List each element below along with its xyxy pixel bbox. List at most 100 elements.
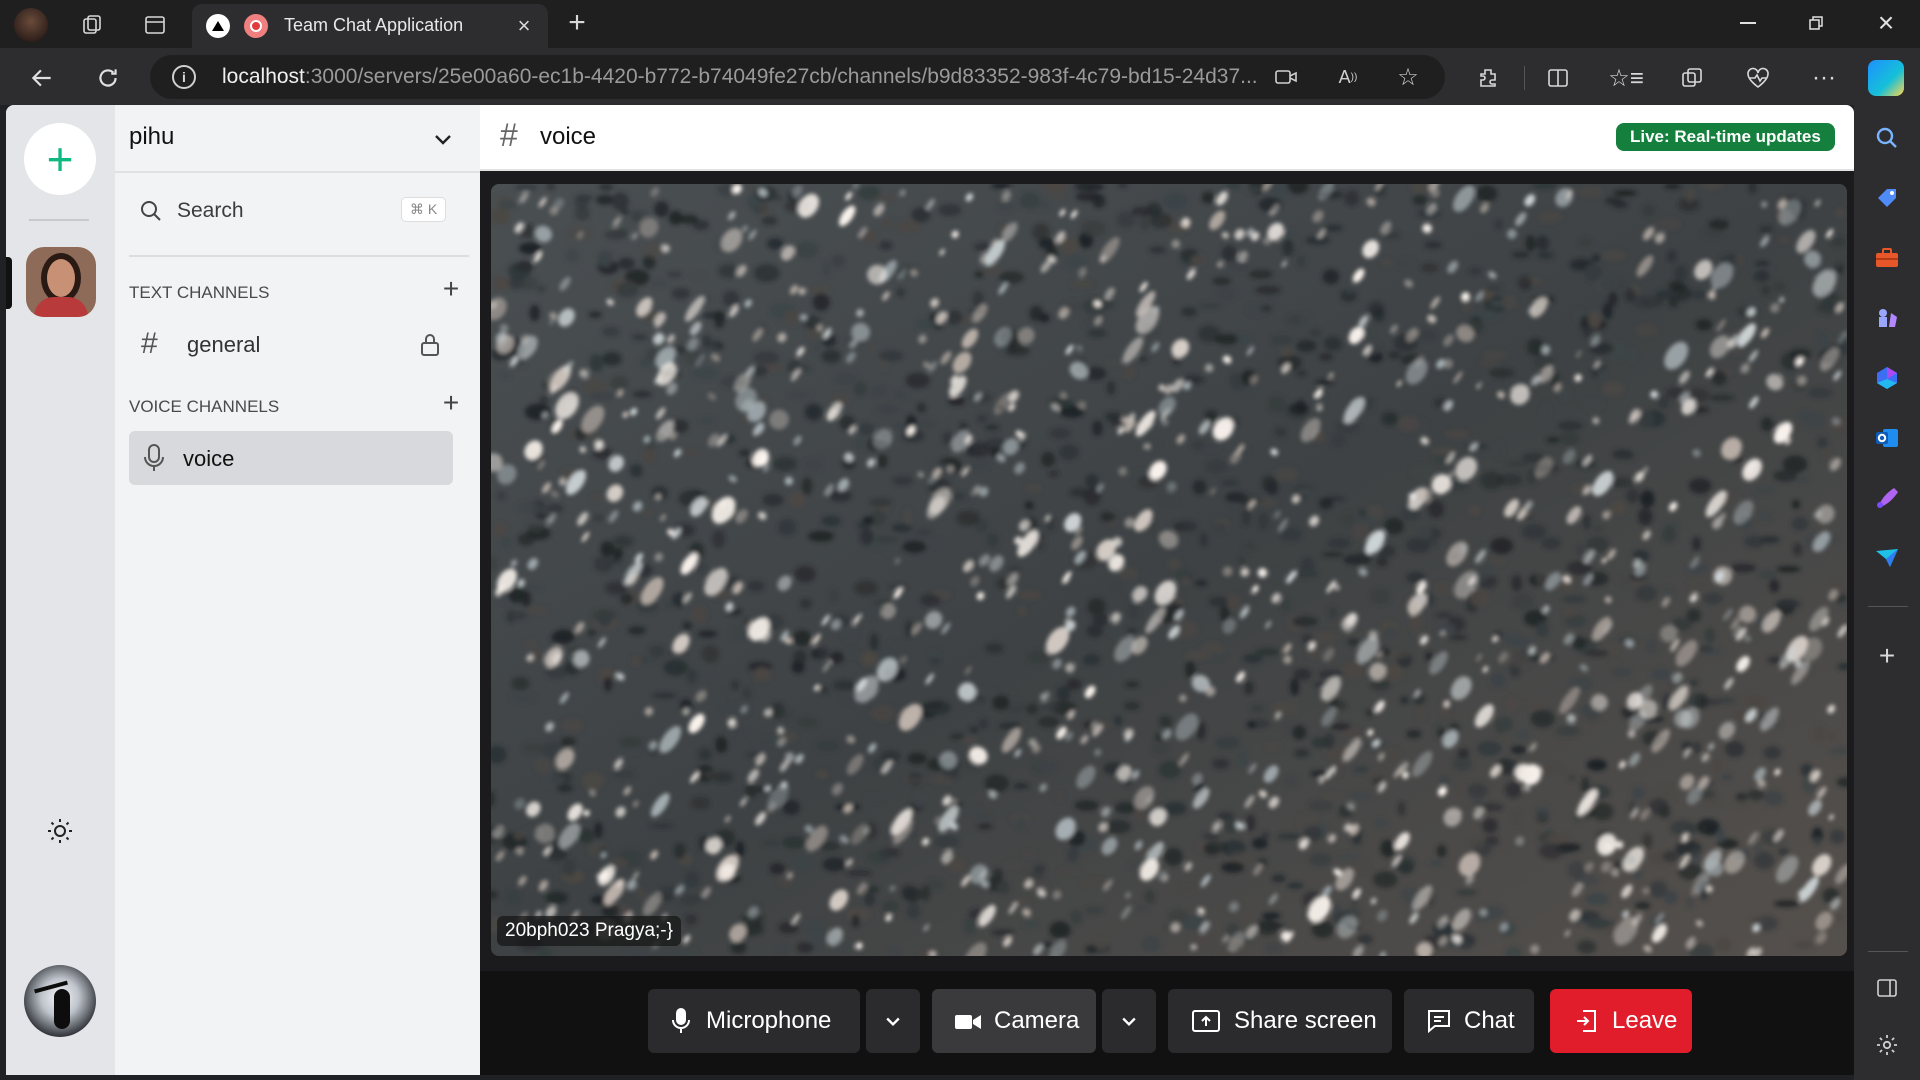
active-server-indicator: [6, 257, 12, 309]
browser-essentials-icon[interactable]: [1742, 62, 1774, 94]
search-shortcut: ⌘ K: [401, 197, 447, 222]
send-drop-icon[interactable]: [1872, 543, 1902, 573]
channel-header: # voice Live: Real-time updates: [480, 105, 1854, 171]
restore-icon[interactable]: [1796, 8, 1836, 38]
search-icon: [139, 199, 163, 223]
rail-divider: [29, 219, 89, 221]
more-menu-icon[interactable]: ···: [1808, 62, 1840, 94]
channel-sidebar: pihu Search ⌘ K TEXT CHANNELS + # genera…: [115, 105, 480, 1075]
main-area: # voice Live: Real-time updates 20bph023…: [480, 105, 1854, 1075]
outlook-icon[interactable]: [1872, 423, 1902, 453]
microphone-icon: [143, 443, 165, 473]
copilot-icon[interactable]: [1868, 60, 1904, 96]
address-bar[interactable]: i localhost:3000/servers/25e00a60-ec1b-4…: [150, 55, 1445, 99]
url-host: localhost: [222, 65, 305, 88]
channel-name-voice: voice: [183, 446, 235, 471]
shopping-tag-icon[interactable]: [1872, 183, 1902, 213]
microphone-icon: [672, 1007, 690, 1035]
chevron-down-icon: [886, 1017, 900, 1026]
channel-item-general[interactable]: # general: [129, 319, 453, 371]
tab-actions-icon[interactable]: [140, 10, 170, 40]
lock-icon: [419, 333, 441, 357]
tools-briefcase-icon[interactable]: [1872, 243, 1902, 273]
favorites-icon[interactable]: ☆≡: [1608, 62, 1644, 94]
edge-sidebar-divider: [1868, 606, 1908, 607]
minimize-icon[interactable]: [1728, 8, 1768, 38]
camera-options-button[interactable]: [1102, 989, 1156, 1053]
camera-label: Camera: [994, 1007, 1080, 1034]
extensions-icon[interactable]: [1472, 62, 1504, 94]
team-chat-app: + pihu Search ⌘ K TEXT CHANNELS + # gene…: [6, 105, 1854, 1075]
hash-icon: #: [500, 117, 518, 153]
camera-button[interactable]: Camera: [932, 989, 1096, 1053]
participant-video-tile[interactable]: 20bph023 Pragya;-}: [491, 184, 1847, 956]
chat-button[interactable]: Chat: [1404, 989, 1534, 1053]
microphone-label: Microphone: [706, 1007, 832, 1034]
close-window-icon[interactable]: ×: [1866, 7, 1906, 38]
designer-icon[interactable]: [1872, 483, 1902, 513]
voice-channels-heading: VOICE CHANNELS: [129, 397, 280, 416]
video-camera-icon: [954, 1011, 982, 1031]
hash-icon: #: [141, 327, 158, 360]
collections-icon[interactable]: [1676, 62, 1708, 94]
read-aloud-icon[interactable]: A)): [1334, 65, 1362, 89]
settings-gear-icon[interactable]: [1872, 1030, 1902, 1060]
back-icon[interactable]: [24, 60, 60, 96]
microphone-button[interactable]: Microphone: [648, 989, 860, 1053]
add-sidebar-app-icon[interactable]: +: [1872, 640, 1902, 671]
search-label: Search: [177, 199, 244, 222]
site-info-icon[interactable]: i: [172, 65, 196, 89]
workspaces-icon[interactable]: [78, 10, 108, 40]
share-screen-icon: [1192, 1009, 1220, 1033]
server-header[interactable]: pihu: [115, 105, 480, 173]
url-path: :3000/servers/25e00a60-ec1b-4420-b772-b7…: [304, 65, 1258, 88]
microsoft-365-icon[interactable]: [1872, 363, 1902, 393]
chat-icon: [1426, 1008, 1452, 1034]
channel-name-general: general: [187, 332, 261, 357]
share-screen-button[interactable]: Share screen: [1168, 989, 1392, 1053]
search-icon[interactable]: [1872, 123, 1902, 153]
new-tab-icon[interactable]: +: [562, 6, 592, 39]
profile-avatar-icon[interactable]: [14, 8, 48, 42]
text-channels-heading: TEXT CHANNELS: [129, 283, 270, 302]
channel-title: voice: [540, 123, 597, 150]
participant-name-label: 20bph023 Pragya;-}: [497, 916, 681, 946]
theme-toggle-sun-icon[interactable]: [44, 815, 76, 847]
microphone-options-button[interactable]: [866, 989, 920, 1053]
add-text-channel-plus-icon[interactable]: +: [437, 275, 465, 303]
split-screen-icon[interactable]: [1542, 62, 1574, 94]
vercel-favicon-icon: [206, 14, 230, 38]
add-server-button[interactable]: +: [24, 123, 96, 195]
sidebar-divider: [129, 255, 469, 257]
server-rail: +: [6, 105, 115, 1075]
leave-label: Leave: [1612, 1007, 1678, 1034]
chevron-down-icon: [1122, 1017, 1136, 1026]
games-chess-icon[interactable]: [1872, 303, 1902, 333]
live-status-badge: Live: Real-time updates: [1616, 123, 1835, 151]
chat-label: Chat: [1464, 1007, 1515, 1034]
close-tab-icon[interactable]: ×: [512, 13, 536, 38]
edge-sidebar-divider-bottom: [1868, 951, 1908, 952]
browser-titlebar: Team Chat Application × + ×: [0, 0, 1920, 48]
camera-feed-bokeh: [491, 184, 1847, 956]
plus-icon: +: [46, 133, 74, 185]
reload-icon[interactable]: [90, 60, 126, 96]
share-screen-label: Share screen: [1234, 1007, 1377, 1034]
search-button[interactable]: Search ⌘ K: [129, 187, 449, 235]
tab-title: Team Chat Application: [284, 15, 464, 35]
recording-icon: [244, 14, 268, 38]
favorite-star-icon[interactable]: ☆: [1394, 63, 1422, 91]
add-voice-channel-plus-icon[interactable]: +: [437, 389, 465, 417]
chevron-down-icon[interactable]: [431, 127, 455, 151]
channel-item-voice[interactable]: voice: [129, 431, 453, 485]
tab-team-chat[interactable]: Team Chat Application ×: [192, 4, 548, 48]
server-name: pihu: [129, 123, 175, 150]
hide-sidebar-icon[interactable]: [1872, 973, 1902, 1003]
camera-in-use-icon[interactable]: [1272, 65, 1300, 89]
server-avatar-pihu[interactable]: [26, 247, 96, 317]
leave-icon: [1574, 1008, 1598, 1034]
user-avatar[interactable]: [24, 965, 96, 1037]
leave-button[interactable]: Leave: [1550, 989, 1692, 1053]
edge-sidebar: +: [1854, 105, 1920, 1080]
toolbar-divider: [1524, 66, 1525, 90]
